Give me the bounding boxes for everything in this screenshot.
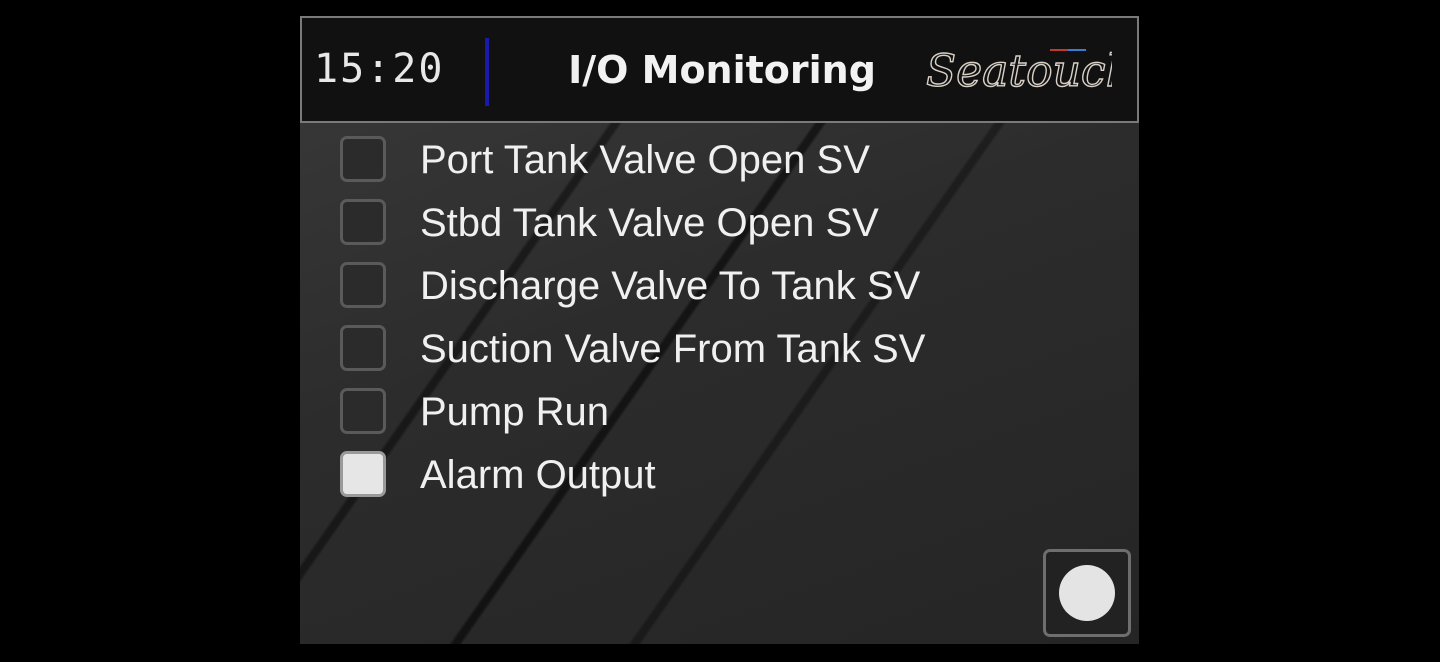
seatouch-logo: Seatouch [925,45,1112,97]
io-row-pump-run: Pump Run [340,386,1100,449]
page-title: I/O Monitoring [568,48,876,92]
io-row-stbd-tank-valve: Stbd Tank Valve Open SV [340,197,1100,260]
io-row-suction-valve: Suction Valve From Tank SV [340,323,1100,386]
status-indicator [340,325,386,371]
io-label: Pump Run [420,390,609,434]
io-label: Suction Valve From Tank SV [420,327,926,371]
io-label: Stbd Tank Valve Open SV [420,201,879,245]
io-row-alarm-output: Alarm Output [340,449,1100,512]
logo-wordmark: Seatouch [926,46,1112,97]
hmi-screen: 15:20 I/O Monitoring Seatouch Port Tank … [300,16,1139,644]
clock: 15:20 [314,46,445,92]
status-indicator [340,388,386,434]
io-status-list: Port Tank Valve Open SV Stbd Tank Valve … [340,134,1100,512]
io-label: Discharge Valve To Tank SV [420,264,921,308]
status-indicator [340,262,386,308]
io-label: Port Tank Valve Open SV [420,138,870,182]
status-indicator [340,136,386,182]
home-button[interactable] [1043,549,1131,637]
status-indicator [340,451,386,497]
circle-home-icon [1059,565,1115,621]
io-row-port-tank-valve: Port Tank Valve Open SV [340,134,1100,197]
status-indicator [340,199,386,245]
header-divider [485,38,489,106]
io-row-discharge-valve: Discharge Valve To Tank SV [340,260,1100,323]
header-bar: 15:20 I/O Monitoring Seatouch [300,16,1139,123]
io-label: Alarm Output [420,453,656,497]
